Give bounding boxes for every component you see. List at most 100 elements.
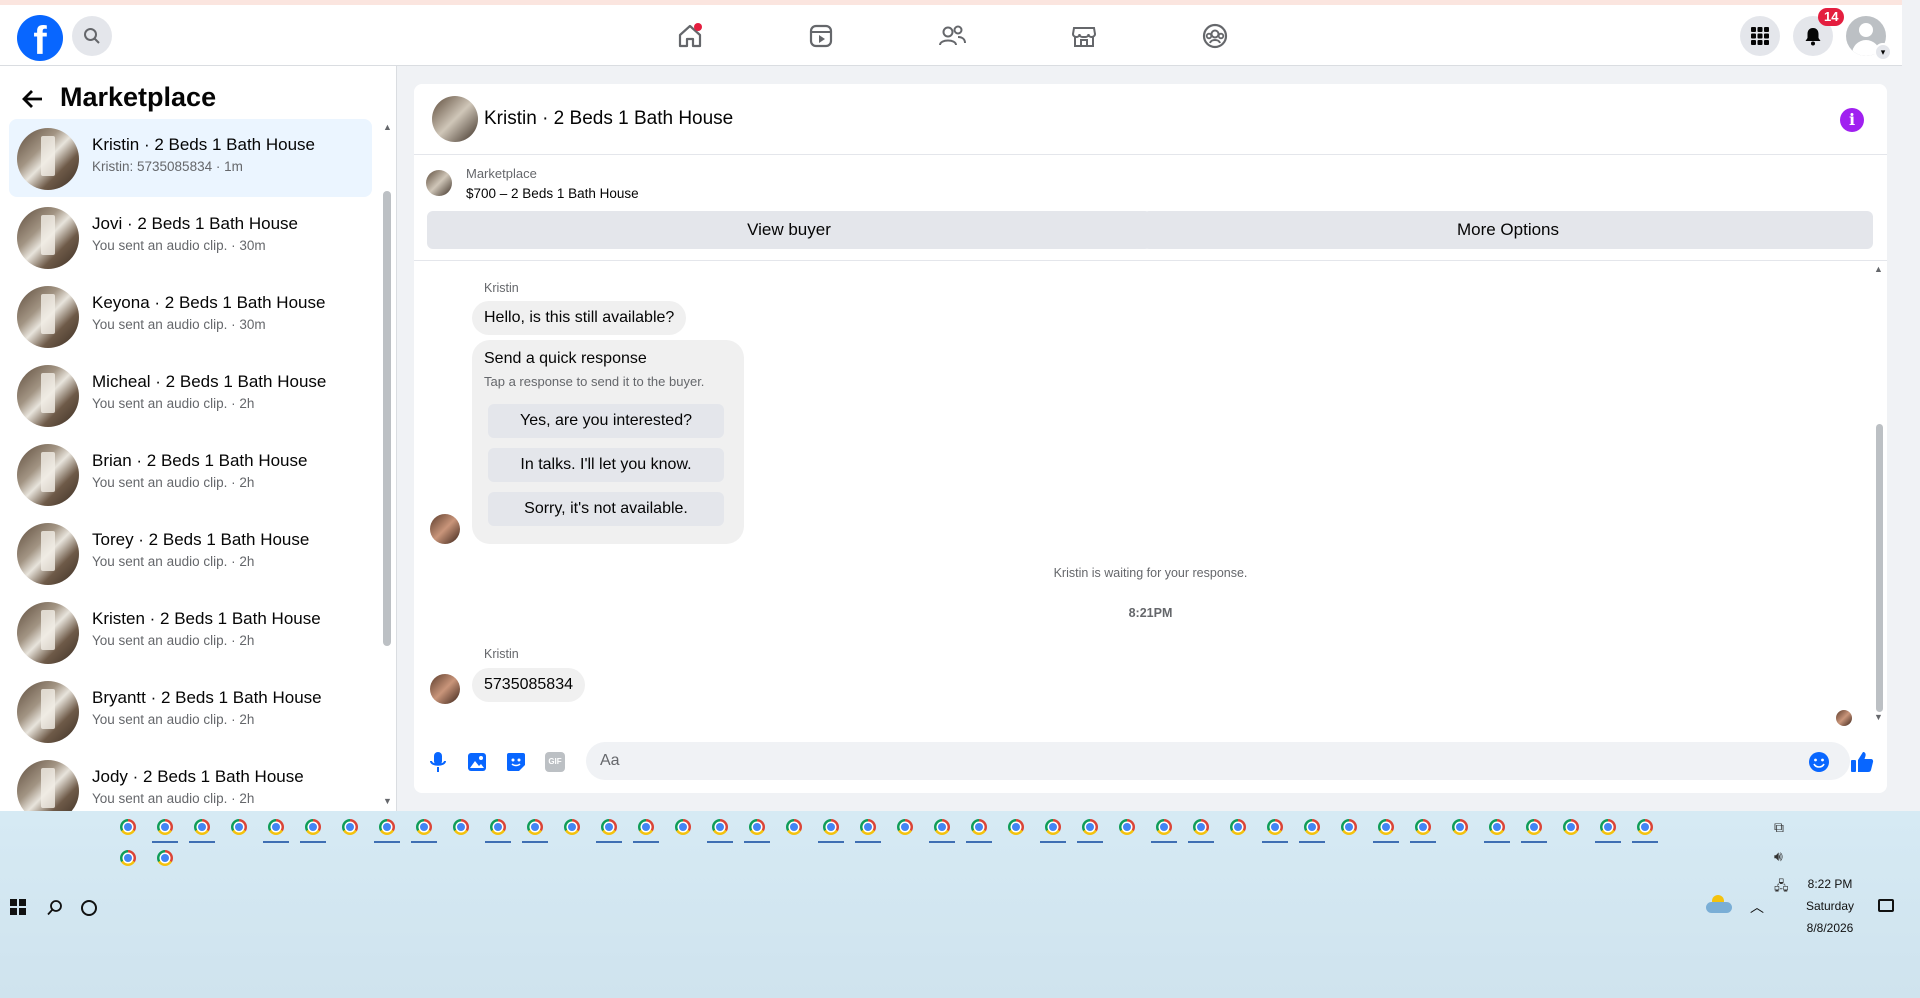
thread-list-item[interactable]: Kristen · 2 Beds 1 Bath House You sent an… — [9, 593, 372, 671]
search-button[interactable] — [72, 16, 112, 56]
taskbar-app-icon[interactable] — [1378, 819, 1394, 835]
taskbar-app-icon[interactable] — [305, 819, 321, 835]
thread-list-item[interactable]: Micheal · 2 Beds 1 Bath House You sent an… — [9, 356, 372, 434]
clock-time[interactable]: 8:22 PM — [1798, 877, 1862, 891]
volume-icon[interactable]: 🔊︎ — [1774, 848, 1783, 865]
weather-icon[interactable] — [1706, 895, 1732, 913]
taskbar-app-icon[interactable] — [1008, 819, 1024, 835]
taskbar-search-button[interactable] — [46, 899, 64, 922]
thread-list-item[interactable]: Kristin · 2 Beds 1 Bath House Kristin: 57… — [9, 119, 372, 197]
thread-list-item[interactable]: Keyona · 2 Beds 1 Bath House You sent an … — [9, 277, 372, 355]
taskbar-app-icon[interactable] — [1082, 819, 1098, 835]
taskbar-app-icon[interactable] — [416, 819, 432, 835]
taskbar-app-icon[interactable] — [1304, 819, 1320, 835]
taskbar-app-icon[interactable] — [120, 819, 136, 835]
messages-scrollbar[interactable] — [1876, 424, 1883, 712]
taskbar-app-icon[interactable] — [342, 819, 358, 835]
thread-list-item[interactable]: Jody · 2 Beds 1 Bath House You sent an au… — [9, 751, 372, 811]
taskbar-app-icon[interactable] — [860, 819, 876, 835]
info-icon[interactable]: i — [1840, 108, 1864, 132]
back-button[interactable] — [20, 86, 46, 117]
taskbar-app-icon[interactable] — [823, 819, 839, 835]
taskbar-app-icon[interactable] — [120, 850, 136, 866]
cortana-icon[interactable] — [81, 900, 97, 916]
thread-list-item[interactable]: Jovi · 2 Beds 1 Bath House You sent an au… — [9, 198, 372, 276]
quick-response-option[interactable]: Sorry, it's not available. — [488, 492, 724, 526]
taskbar-app-icon[interactable] — [453, 819, 469, 835]
taskbar-app-icon[interactable] — [194, 819, 210, 835]
threads-scrollbar[interactable] — [383, 191, 391, 646]
taskbar-app-icon[interactable] — [675, 819, 691, 835]
friends-nav-button[interactable] — [924, 13, 980, 59]
taskbar-app-icon[interactable] — [971, 819, 987, 835]
taskbar-app-icon[interactable] — [1600, 819, 1616, 835]
taskbar-app-icon[interactable] — [157, 819, 173, 835]
taskbar-app-icon[interactable] — [712, 819, 728, 835]
screen-capture-icon[interactable]: ⧉ — [1774, 819, 1784, 836]
taskbar-app-icon[interactable] — [897, 819, 913, 835]
taskbar-app-icon[interactable] — [934, 819, 950, 835]
taskbar-app-icon[interactable] — [490, 819, 506, 835]
show-hidden-icons-chevron[interactable]: ︿ — [1750, 897, 1764, 917]
taskbar-app-icon[interactable] — [638, 819, 654, 835]
like-button[interactable] — [1850, 750, 1874, 779]
taskbar-app-icon[interactable] — [1267, 819, 1283, 835]
network-icon[interactable]: 🖧︎ — [1774, 877, 1789, 899]
clock-date[interactable]: 8/8/2026 — [1798, 921, 1862, 935]
chevron-down-icon[interactable]: ▾ — [1874, 43, 1892, 61]
taskbar-app-icon[interactable] — [1230, 819, 1246, 835]
taskbar-app-icon[interactable] — [268, 819, 284, 835]
scroll-down-arrow[interactable]: ▼ — [383, 796, 392, 806]
taskbar-app-icon[interactable] — [1415, 819, 1431, 835]
taskbar-app-icon[interactable] — [231, 819, 247, 835]
thread-list-item[interactable]: Bryantt · 2 Beds 1 Bath House You sent an… — [9, 672, 372, 750]
video-nav-button[interactable] — [793, 13, 849, 59]
taskbar-app-icon[interactable] — [1489, 819, 1505, 835]
taskbar-app-icon[interactable] — [1156, 819, 1172, 835]
attach-photo-button[interactable] — [467, 752, 487, 777]
action-center-icon[interactable] — [1878, 899, 1894, 912]
facebook-logo[interactable]: f — [17, 15, 63, 61]
clock-day[interactable]: Saturday — [1798, 899, 1862, 913]
taskbar-app-icon[interactable] — [786, 819, 802, 835]
marketplace-nav-button[interactable] — [1056, 13, 1112, 59]
scroll-up-arrow[interactable]: ▲ — [1874, 264, 1883, 274]
sender-avatar[interactable] — [430, 514, 460, 544]
conversation-title[interactable]: Kristin · 2 Beds 1 Bath House — [484, 108, 733, 130]
taskbar-app-icon[interactable] — [379, 819, 395, 835]
message-bubble[interactable]: 5735085834 — [472, 668, 585, 702]
voice-clip-button[interactable] — [428, 751, 448, 778]
gif-icon[interactable]: GIF — [545, 752, 565, 772]
thread-list-item[interactable]: Brian · 2 Beds 1 Bath House You sent an a… — [9, 435, 372, 513]
listing-avatar[interactable] — [432, 96, 478, 142]
taskbar-app-icon[interactable] — [1637, 819, 1653, 835]
taskbar-app-icon[interactable] — [527, 819, 543, 835]
emoji-button[interactable] — [1808, 751, 1830, 778]
quick-response-option[interactable]: Yes, are you interested? — [488, 404, 724, 438]
thread-list-item[interactable]: Torey · 2 Beds 1 Bath House You sent an a… — [9, 514, 372, 592]
home-nav-button[interactable] — [662, 13, 718, 59]
scroll-up-arrow[interactable]: ▲ — [383, 122, 392, 132]
taskbar-app-icon[interactable] — [1341, 819, 1357, 835]
taskbar-app-icon[interactable] — [601, 819, 617, 835]
taskbar-app-icon[interactable] — [157, 850, 173, 866]
message-bubble[interactable]: Hello, is this still available? — [472, 301, 687, 335]
message-input[interactable] — [586, 742, 1850, 780]
taskbar-app-icon[interactable] — [1045, 819, 1061, 835]
scroll-down-arrow[interactable]: ▼ — [1874, 712, 1883, 722]
listing-price[interactable]: $700 – 2 Beds 1 Bath House — [466, 186, 639, 201]
quick-response-option[interactable]: In talks. I'll let you know. — [488, 448, 724, 482]
taskbar-app-icon[interactable] — [1526, 819, 1542, 835]
groups-nav-button[interactable] — [1187, 13, 1243, 59]
windows-start-button[interactable] — [10, 899, 26, 920]
view-buyer-button[interactable]: View buyer — [427, 211, 1151, 249]
sender-avatar[interactable] — [430, 674, 460, 704]
taskbar-app-icon[interactable] — [564, 819, 580, 835]
sticker-button[interactable] — [506, 752, 526, 777]
menu-button[interactable] — [1740, 16, 1780, 56]
taskbar-app-icon[interactable] — [1563, 819, 1579, 835]
taskbar-app-icon[interactable] — [1452, 819, 1468, 835]
taskbar-app-icon[interactable] — [1193, 819, 1209, 835]
taskbar-app-icon[interactable] — [1119, 819, 1135, 835]
taskbar-app-icon[interactable] — [749, 819, 765, 835]
